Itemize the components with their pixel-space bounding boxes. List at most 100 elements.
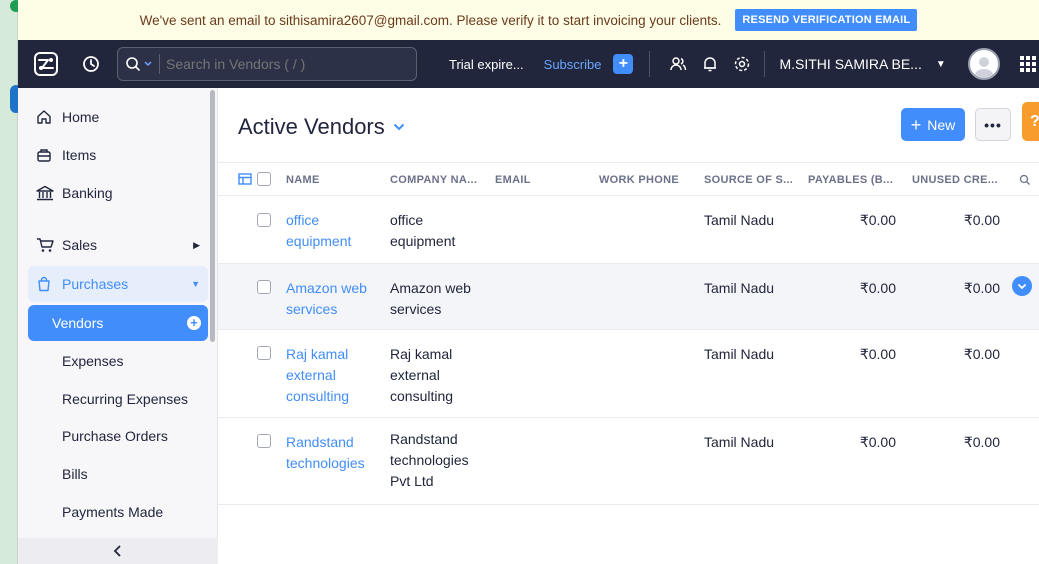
chevron-right-icon: ▶	[193, 239, 200, 250]
sidebar-item-label: Home	[62, 109, 100, 125]
search-filter-dropdown[interactable]	[118, 54, 160, 74]
more-options-button[interactable]: •••	[975, 108, 1011, 141]
chevron-down-icon[interactable]: ▼	[936, 59, 946, 70]
main-content: Active Vendors + New ••• ? NAME COMPANY …	[218, 88, 1039, 564]
column-settings-icon[interactable]	[238, 173, 252, 185]
company-name: Raj kamal external consulting	[390, 346, 454, 404]
table-row[interactable]: office equipment office equipment Tamil Na…	[218, 196, 1039, 264]
bell-icon[interactable]	[694, 55, 726, 73]
help-button[interactable]: ?	[1022, 102, 1039, 141]
collapse-sidebar-button[interactable]	[18, 538, 218, 564]
sidebar-item-sales[interactable]: Sales ▶	[28, 227, 208, 263]
gear-icon[interactable]	[726, 55, 758, 73]
payables-value: ₹0.00	[859, 346, 896, 362]
source-of-supply: Tamil Nadu	[704, 434, 775, 450]
trial-status[interactable]: Trial expire...	[449, 57, 524, 72]
sidebar-scrollbar[interactable]	[210, 90, 215, 342]
chevron-left-icon	[113, 545, 121, 557]
row-checkbox[interactable]	[257, 434, 271, 448]
chevron-down-icon	[393, 123, 404, 131]
column-header-work-phone[interactable]: WORK PHONE	[599, 174, 679, 186]
company-name: Randstand technologies Pvt Ltd	[390, 431, 469, 489]
payables-value: ₹0.00	[859, 212, 896, 228]
vendor-name-link[interactable]: Raj kamal external consulting	[286, 344, 349, 407]
unused-credits-value: ₹0.00	[963, 434, 1000, 450]
payables-value: ₹0.00	[859, 434, 896, 450]
sidebar-item-label: Sales	[62, 237, 98, 253]
sidebar-item-vendors[interactable]: Vendors +	[28, 305, 208, 341]
chevron-down-icon	[144, 61, 152, 67]
column-header-source[interactable]: SOURCE OF S...	[704, 174, 793, 186]
company-name: office equipment	[390, 212, 456, 249]
desktop-edge	[0, 0, 22, 564]
page-title: Active Vendors	[238, 114, 385, 139]
banner-message: We've sent an email to sithisamira2607@g…	[139, 12, 722, 28]
sidebar-item-label: Vendors	[52, 315, 104, 331]
unused-credits-value: ₹0.00	[963, 212, 1000, 228]
select-all-checkbox[interactable]	[257, 172, 271, 186]
sidebar-item-label: Purchases	[62, 276, 129, 292]
quick-create-button[interactable]: +	[613, 54, 634, 74]
row-checkbox[interactable]	[257, 346, 271, 360]
bag-icon	[36, 276, 56, 292]
table-row[interactable]: Randstand technologies Randstand technolog…	[218, 418, 1039, 505]
vendor-name-link[interactable]: Randstand technologies	[286, 432, 365, 474]
plus-icon: +	[910, 114, 922, 135]
sidebar-item-label: Items	[62, 147, 97, 163]
users-icon[interactable]	[662, 55, 694, 73]
recent-history-icon[interactable]	[74, 54, 108, 74]
items-icon	[36, 147, 56, 163]
resend-verification-button[interactable]: RESEND VERIFICATION EMAIL	[735, 9, 918, 31]
sidebar-item-items[interactable]: Items	[28, 137, 208, 173]
table-header: NAME COMPANY NA... EMAIL WORK PHONE SOUR…	[218, 162, 1039, 196]
new-button-label: New	[927, 116, 956, 133]
row-actions-button[interactable]	[1012, 276, 1032, 296]
sidebar: Home Items Banking Sales ▶ Purchases ▼ V…	[18, 88, 218, 564]
column-header-company[interactable]: COMPANY NA...	[390, 174, 477, 186]
search-input[interactable]	[160, 56, 400, 72]
sidebar-item-payments-made[interactable]: Payments Made	[62, 504, 163, 520]
source-of-supply: Tamil Nadu	[704, 212, 775, 228]
divider	[764, 51, 766, 77]
column-header-name[interactable]: NAME	[286, 174, 320, 186]
source-of-supply: Tamil Nadu	[704, 280, 775, 296]
bank-icon	[36, 185, 56, 201]
search-bar[interactable]	[117, 47, 417, 81]
app-grid-icon[interactable]	[1019, 56, 1036, 72]
home-icon	[36, 109, 56, 125]
sidebar-item-purchases[interactable]: Purchases ▼	[28, 266, 208, 302]
add-vendor-icon[interactable]: +	[187, 316, 201, 330]
verification-banner: We've sent an email to sithisamira2607@g…	[18, 0, 1039, 40]
avatar[interactable]	[967, 48, 1000, 80]
cart-icon	[36, 237, 56, 253]
new-vendor-button[interactable]: + New	[901, 108, 965, 141]
search-icon	[126, 57, 140, 71]
column-header-payables[interactable]: PAYABLES (B...	[808, 174, 893, 186]
sidebar-item-expenses[interactable]: Expenses	[62, 353, 123, 369]
vendor-name-link[interactable]: office equipment	[286, 210, 351, 252]
vendor-name-link[interactable]: Amazon web services	[286, 278, 367, 320]
table-row[interactable]: Raj kamal external consulting Raj kamal ext…	[218, 330, 1039, 418]
app-logo-icon[interactable]	[18, 40, 74, 88]
sidebar-item-recurring-expenses[interactable]: Recurring Expenses	[62, 391, 188, 407]
sidebar-item-bills[interactable]: Bills	[62, 466, 88, 482]
sidebar-item-label: Banking	[62, 185, 113, 201]
payables-value: ₹0.00	[859, 280, 896, 296]
column-header-email[interactable]: EMAIL	[495, 174, 531, 186]
sidebar-item-home[interactable]: Home	[28, 99, 208, 135]
search-icon[interactable]	[1019, 174, 1031, 186]
table-row[interactable]: Amazon web services Amazon web services Ta…	[218, 264, 1039, 330]
view-selector[interactable]: Active Vendors	[238, 114, 405, 140]
unused-credits-value: ₹0.00	[963, 280, 1000, 296]
unused-credits-value: ₹0.00	[963, 346, 1000, 362]
chevron-down-icon: ▼	[191, 279, 200, 289]
row-checkbox[interactable]	[257, 280, 271, 294]
chevron-down-icon	[1017, 283, 1027, 289]
organization-name[interactable]: M.SITHI SAMIRA BE...	[779, 56, 921, 72]
sidebar-item-purchase-orders[interactable]: Purchase Orders	[62, 428, 168, 444]
row-checkbox[interactable]	[257, 213, 271, 227]
column-header-unused-credits[interactable]: UNUSED CRE...	[912, 174, 998, 186]
subscribe-link[interactable]: Subscribe	[544, 57, 602, 72]
divider	[649, 51, 651, 77]
sidebar-item-banking[interactable]: Banking	[28, 175, 208, 211]
